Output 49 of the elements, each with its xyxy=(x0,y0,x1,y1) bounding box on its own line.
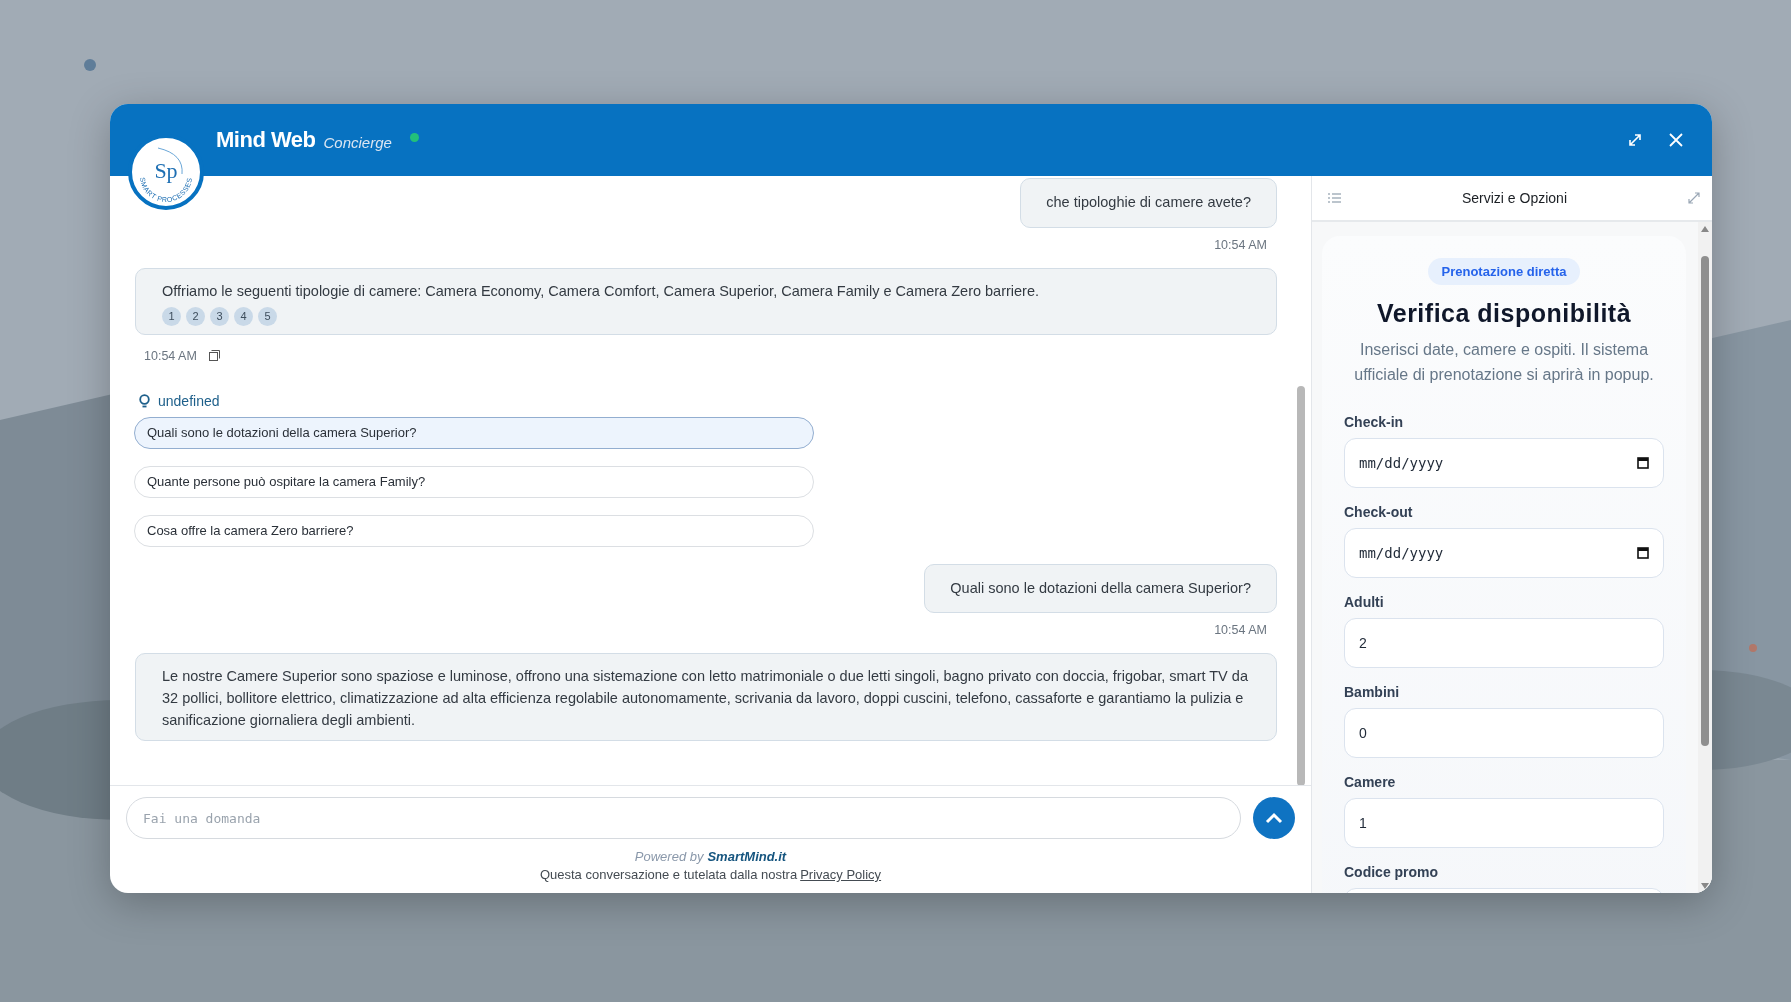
user-message: Quali sono le dotazioni della camera Superior? xyxy=(924,563,1277,614)
card-description: Inserisci date, camere e ospiti. Il sistema ufficiale di prenotazione si aprirà in popup. xyxy=(1353,340,1655,385)
date-field[interactable]: mm/dd/yyyy xyxy=(1344,527,1664,578)
suggestion-chip[interactable]: Quante persone può ospitare la camera Family? xyxy=(134,465,814,498)
field-label: Adulti xyxy=(1344,593,1385,610)
scroll-up-icon[interactable] xyxy=(1701,226,1709,232)
copy-icon[interactable] xyxy=(208,350,220,361)
user-message: che tipologhie di camere avete? xyxy=(1020,178,1277,228)
lightbulb-icon xyxy=(139,393,150,408)
suggestions-title: undefined xyxy=(158,392,220,409)
field-label: Check-in xyxy=(1344,413,1405,430)
number-field[interactable]: 0 xyxy=(1344,707,1664,758)
powered-by: Powered by SmartMind.it xyxy=(633,849,788,864)
question-input[interactable]: Fai una domanda xyxy=(126,797,1241,839)
badge: Prenotazione diretta xyxy=(1427,258,1581,285)
source-badge[interactable]: 4 xyxy=(234,306,253,326)
send-button[interactable] xyxy=(1253,797,1295,839)
source-badge[interactable]: 2 xyxy=(186,306,205,326)
source-badge[interactable]: 3 xyxy=(210,306,229,326)
field-label: Codice promo xyxy=(1344,863,1440,880)
scroll-down-icon[interactable] xyxy=(1701,883,1709,889)
suggestion-chip[interactable]: Quali sono le dotazioni della camera Superior? xyxy=(134,416,814,449)
source-badge[interactable]: 5 xyxy=(258,306,277,326)
message-time: 10:54 AM xyxy=(1214,623,1267,638)
field-label: Check-out xyxy=(1344,503,1414,520)
source-badge[interactable]: 1 xyxy=(162,306,181,326)
message-text: Le nostre Camere Superior sono spaziose e luminose, offrono una sistemazione con letto matrimoniale o due letti singoli, bagno privato con doccia, frigobar, smart TV da 32 pollici, bollitore elettrico, climatizzazione ad alta efficienza regolabile autonomamente, scrivania da lavoro, doppi cuscini, telefono, cassaforte e garantiamo la pulizia e sanificazione giornaliera degli ambienti. xyxy=(162,668,1248,728)
message-time: 10:54 AM xyxy=(144,348,197,363)
chevron-up-icon xyxy=(1265,812,1283,824)
panel-title: Servizi e Opzioni xyxy=(1461,190,1567,206)
expand-icon xyxy=(1628,133,1642,147)
app-title: Mind Web xyxy=(216,127,316,153)
privacy-link[interactable]: Privacy Policy xyxy=(800,867,882,882)
calendar-icon[interactable] xyxy=(1637,546,1649,560)
date-field[interactable]: mm/dd/yyyy xyxy=(1344,437,1664,488)
message-text: Offriamo le seguenti tipologie di camere: Camera Economy, Camera Comfort, Camera Superior, Camera Family e Camera Zero barriere. xyxy=(162,282,1040,299)
field-label: Camere xyxy=(1344,773,1397,790)
suggestion-chip[interactable]: Cosa offre la camera Zero barriere? xyxy=(134,514,814,547)
scrollbar[interactable] xyxy=(1701,256,1709,746)
number-field[interactable]: 2 xyxy=(1344,617,1664,668)
calendar-icon[interactable] xyxy=(1637,456,1649,470)
scrollbar[interactable] xyxy=(1297,386,1305,785)
message-time: 10:54 AM xyxy=(1214,237,1267,252)
close-icon xyxy=(1668,132,1684,148)
app-subtitle: Concierge xyxy=(323,133,392,151)
number-field[interactable]: 1 xyxy=(1344,797,1664,848)
card-heading: Verifica disponibilità xyxy=(1375,299,1633,328)
field-label: Bambini xyxy=(1344,683,1401,700)
privacy-notice: Questa conversazione e tutelata dalla nostra Privacy Policy xyxy=(538,867,883,882)
